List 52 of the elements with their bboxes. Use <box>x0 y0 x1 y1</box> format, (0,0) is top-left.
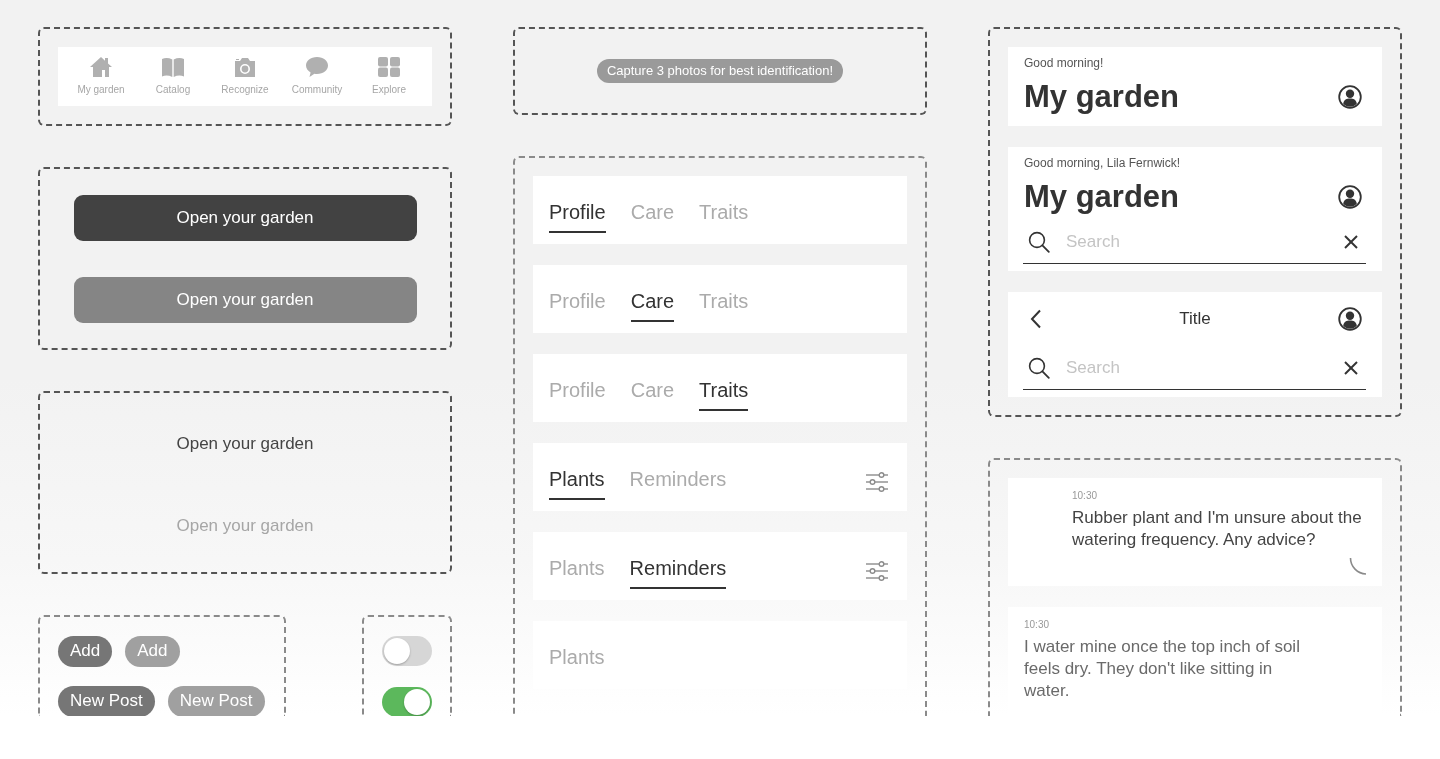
close-icon[interactable] <box>1344 361 1358 375</box>
toast-message: Capture 3 photos for best identification! <box>596 59 844 83</box>
chip[interactable]: New Post <box>58 685 155 716</box>
grid-icon <box>377 56 401 78</box>
search-field[interactable]: Search <box>1066 358 1334 378</box>
tab[interactable]: Traits <box>699 378 749 411</box>
page-title: My garden <box>1024 78 1180 116</box>
search-field[interactable]: Search <box>1066 232 1334 252</box>
tab[interactable]: Plants <box>549 556 605 589</box>
book-icon <box>161 56 185 78</box>
nav-item[interactable]: Community <box>281 56 353 96</box>
message-time: 10:30 <box>1024 619 1051 631</box>
tab[interactable]: Profile <box>549 200 606 233</box>
screen-title: Title <box>1179 308 1211 330</box>
search-icon <box>1028 357 1050 379</box>
tab[interactable]: Care <box>630 378 675 411</box>
nav-item[interactable]: Catalog <box>137 56 209 96</box>
user-icon[interactable] <box>1338 85 1362 109</box>
house-icon <box>89 56 113 78</box>
tab[interactable]: Profile <box>549 378 606 411</box>
user-icon[interactable] <box>1338 185 1362 209</box>
message-text: Rubber plant and I'm unsure about the watering frequency. Any advice? <box>1072 507 1363 551</box>
nav-item[interactable]: Explore <box>353 56 425 96</box>
greeting-text: Good morning, Lila Fernwick! <box>1024 155 1182 171</box>
toggle-switch[interactable] <box>382 687 432 716</box>
sliders-icon[interactable] <box>865 472 889 492</box>
page-title: My garden <box>1024 178 1180 216</box>
greeting-text: Good morning! <box>1024 55 1105 71</box>
search-icon <box>1028 231 1050 253</box>
nav-item[interactable]: My garden <box>65 56 137 96</box>
sliders-icon[interactable] <box>865 561 889 581</box>
tab[interactable]: Plants <box>549 467 605 500</box>
camera-icon <box>233 56 257 78</box>
tab[interactable]: Traits <box>699 200 749 233</box>
toggle-switch[interactable] <box>382 636 432 666</box>
user-icon[interactable] <box>1338 307 1362 331</box>
tab[interactable]: Care <box>630 200 675 233</box>
message-text: I water mine once the top inch of soil feels dry. They don't like sitting in water. <box>1024 636 1301 702</box>
tab[interactable]: Profile <box>549 289 606 322</box>
speech-bubble-icon <box>305 56 329 78</box>
back-icon[interactable] <box>1030 309 1042 329</box>
tab[interactable]: Reminders <box>629 467 727 500</box>
chip[interactable]: Add <box>58 635 113 667</box>
message-time: 10:30 <box>1072 490 1099 502</box>
tab[interactable]: Reminders <box>629 556 727 589</box>
nav-item[interactable]: Recognize <box>209 56 281 96</box>
tab[interactable]: Care <box>630 289 675 322</box>
text-button[interactable]: Open your garden <box>172 428 318 459</box>
tab[interactable]: Plants <box>549 645 605 678</box>
filled-button[interactable]: Open your garden <box>73 194 417 241</box>
close-icon[interactable] <box>1344 235 1358 249</box>
tab[interactable]: Traits <box>699 289 749 322</box>
